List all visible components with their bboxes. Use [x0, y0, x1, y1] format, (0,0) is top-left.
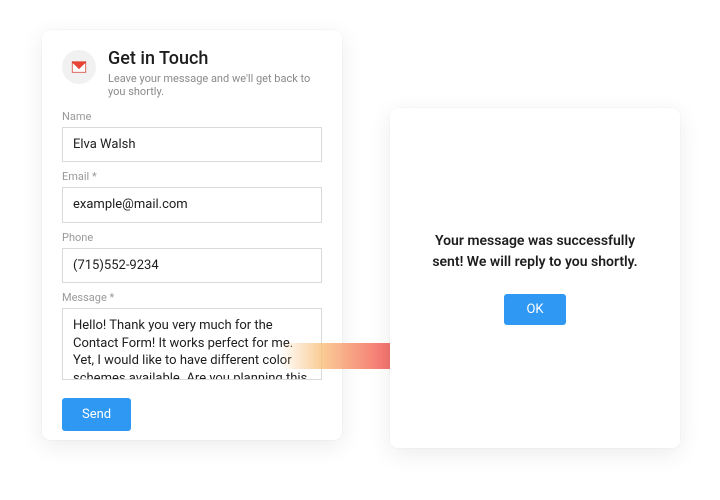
ok-button[interactable]: OK — [504, 294, 565, 325]
send-button[interactable]: Send — [62, 398, 131, 431]
confirmation-card: Your message was successfully sent! We w… — [390, 108, 680, 448]
phone-label: Phone — [62, 231, 322, 244]
message-label: Message * — [62, 291, 322, 304]
email-field[interactable] — [62, 187, 322, 223]
form-subtitle: Leave your message and we'll get back to… — [108, 72, 322, 98]
phone-field[interactable] — [62, 248, 322, 284]
email-label: Email * — [62, 170, 322, 183]
form-title: Get in Touch — [108, 48, 322, 70]
name-field[interactable] — [62, 127, 322, 163]
mail-icon — [62, 50, 96, 84]
confirmation-text: Your message was successfully sent! We w… — [418, 231, 652, 272]
form-header: Get in Touch Leave your message and we'l… — [62, 48, 322, 98]
name-label: Name — [62, 110, 322, 123]
